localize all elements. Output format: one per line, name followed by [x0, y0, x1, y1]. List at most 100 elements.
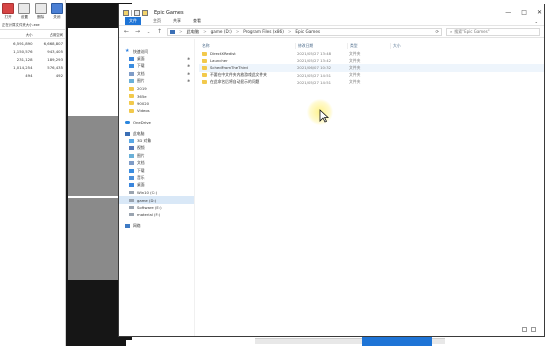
- column-size[interactable]: 大小: [2, 32, 33, 37]
- file-row[interactable]: SchedFromTheThird 2021/06/07 10:32 文件夹: [199, 64, 544, 72]
- maximize-button[interactable]: □: [521, 9, 527, 16]
- nav-onedrive[interactable]: OneDrive: [119, 119, 194, 126]
- nav-item-pictures[interactable]: 图片 ✱: [119, 78, 194, 85]
- computer-icon: [125, 131, 130, 136]
- forward-arrow-icon[interactable]: →: [134, 28, 141, 35]
- large-icons-view-icon[interactable]: [531, 327, 536, 332]
- tab-file[interactable]: 文件: [125, 17, 141, 25]
- nav-item-folder-90020[interactable]: 90020: [119, 100, 194, 107]
- file-row[interactable]: 不要在中文件夹内放游戏此文件夹 2021/05/27 14:51 文件夹: [199, 72, 544, 79]
- column-disk-usage[interactable]: 占用空间: [33, 32, 63, 37]
- column-date-modified[interactable]: 修改日期: [295, 43, 347, 49]
- details-view-icon[interactable]: [522, 327, 527, 332]
- toolbar-open-button[interactable]: 打开: [2, 3, 15, 20]
- nav-item-pc-documents[interactable]: 文档: [119, 159, 194, 166]
- file-name: 不要在中文件夹内放游戏此文件夹: [210, 72, 267, 78]
- nav-item-pc-desktop[interactable]: 桌面: [119, 182, 194, 189]
- ribbon-expand-icon[interactable]: ⌄: [535, 19, 538, 24]
- nav-this-pc[interactable]: 此电脑: [119, 130, 194, 137]
- column-name[interactable]: 名称: [199, 43, 295, 49]
- table-row[interactable]: 494 492: [0, 71, 65, 79]
- breadcrumb-game-drive[interactable]: game (D:): [211, 29, 232, 34]
- toolbar-settings-button[interactable]: 设置: [18, 3, 31, 20]
- folder-icon: [129, 101, 134, 106]
- toolbar-settings-label: 设置: [20, 15, 28, 19]
- nav-item-folder-365e[interactable]: 365e: [119, 92, 194, 99]
- delete-icon: [34, 3, 47, 14]
- recent-locations-icon[interactable]: ⌄: [145, 29, 152, 34]
- refresh-icon[interactable]: ⟳: [435, 29, 439, 34]
- nav-item-pc-downloads[interactable]: 下载: [119, 167, 194, 174]
- nav-quick-access[interactable]: ★ 快速访问: [119, 48, 194, 55]
- file-date: 2021/06/07 10:32: [297, 65, 332, 71]
- new-folder-icon[interactable]: [142, 10, 148, 16]
- breadcrumb-this-pc[interactable]: 此电脑: [187, 29, 200, 35]
- nav-item-drive-e[interactable]: Software (E:): [119, 204, 194, 211]
- nav-network[interactable]: 网络: [119, 223, 194, 230]
- back-arrow-icon[interactable]: ←: [123, 28, 130, 35]
- nav-item-downloads[interactable]: 下载 ✱: [119, 63, 194, 70]
- folder-icon: [202, 58, 207, 63]
- taskbar-active-item[interactable]: [362, 337, 432, 346]
- properties-icon[interactable]: [134, 10, 140, 16]
- nav-label: game (D:): [137, 197, 157, 203]
- breadcrumb-program-files[interactable]: Program Files (x86): [243, 29, 284, 34]
- table-row[interactable]: 6,591,890 6,668,807: [0, 39, 65, 47]
- table-row[interactable]: 1,150,576 943,405: [0, 47, 65, 55]
- nav-label: 下载: [137, 63, 145, 69]
- column-type[interactable]: 类型: [347, 43, 390, 49]
- pin-icon: ✱: [186, 57, 190, 62]
- folder-icon[interactable]: [123, 10, 129, 16]
- cloud-icon: [125, 120, 130, 124]
- pin-icon: ✱: [186, 64, 190, 69]
- file-name-cell: 不要在中文件夹内放游戏此文件夹: [199, 72, 295, 78]
- file-type: 文件夹: [349, 50, 361, 56]
- breadcrumb-epic-games[interactable]: Epic Games: [295, 29, 320, 34]
- cell-size: 494: [25, 72, 33, 78]
- table-row[interactable]: 231,128 189,293: [0, 55, 65, 63]
- nav-item-pc-pictures[interactable]: 图片: [119, 152, 194, 159]
- nav-item-folder-2019[interactable]: 2019: [119, 85, 194, 92]
- nav-item-desktop[interactable]: 桌面 ✱: [119, 55, 194, 62]
- breadcrumb-separator: >: [203, 29, 207, 34]
- file-date: 2021/05/27 13:42: [297, 58, 332, 64]
- nav-item-drive-c[interactable]: Win10 (C:): [119, 189, 194, 196]
- desktop-icon: [129, 57, 134, 62]
- file-name: DirectXRedist: [210, 51, 236, 57]
- file-row[interactable]: Launcher 2021/05/27 13:42 文件夹: [199, 57, 544, 64]
- nav-item-drive-f[interactable]: material (F:): [119, 211, 194, 218]
- nav-label: 视频: [137, 145, 145, 151]
- file-date: 2021/05/27 14:51: [297, 72, 332, 78]
- title-bar[interactable]: Epic Games — □ ✕: [119, 4, 544, 17]
- toolbar-delete-label: 删除: [37, 15, 45, 19]
- tab-home[interactable]: 主页: [153, 18, 161, 24]
- folder-icon: [129, 94, 134, 99]
- settings-icon: [18, 3, 31, 14]
- address-bar[interactable]: > 此电脑 > game (D:) > Program Files (x86) …: [167, 27, 442, 36]
- up-arrow-icon[interactable]: ↑: [156, 28, 163, 35]
- breadcrumb-separator: >: [235, 29, 240, 34]
- minimize-button[interactable]: —: [505, 9, 511, 16]
- toolbar-close-button[interactable]: 关闭: [50, 3, 63, 20]
- file-row[interactable]: 在此命名后将自动显示的问题 2021/05/27 14:51 文件夹: [199, 79, 544, 86]
- close-button[interactable]: ✕: [537, 9, 542, 16]
- nav-item-documents[interactable]: 文档 ✱: [119, 70, 194, 77]
- toolbar-delete-button[interactable]: 删除: [34, 3, 47, 20]
- file-list-pane: 名称 修改日期 类型 大小 DirectXRedist 2021/05/27 1…: [195, 39, 544, 336]
- table-row[interactable]: 1,014,254 576,435: [0, 63, 65, 71]
- nav-item-folder-videos[interactable]: Videos: [119, 107, 194, 114]
- nav-item-3d-objects[interactable]: 3D 对象: [119, 137, 194, 144]
- video-icon: [129, 146, 134, 151]
- drive-icon: [129, 191, 134, 195]
- nav-item-drive-d[interactable]: game (D:): [119, 196, 194, 204]
- tab-share[interactable]: 共享: [173, 18, 181, 24]
- background-app: 打开 设置 删除 关闭 正在计算文件夹大小.exe 大小 占用空间 6,591,…: [0, 0, 66, 346]
- column-size[interactable]: 大小: [390, 43, 430, 49]
- tab-view[interactable]: 查看: [193, 18, 201, 24]
- nav-item-music[interactable]: 音乐: [119, 174, 194, 181]
- file-row[interactable]: DirectXRedist 2021/05/27 13:48 文件夹: [199, 50, 544, 57]
- file-date: 2021/05/27 13:48: [297, 51, 332, 57]
- folder-icon: [129, 86, 134, 91]
- nav-item-videos[interactable]: 视频: [119, 145, 194, 152]
- search-input[interactable]: ⌕ 搜索"Epic Games": [446, 27, 540, 36]
